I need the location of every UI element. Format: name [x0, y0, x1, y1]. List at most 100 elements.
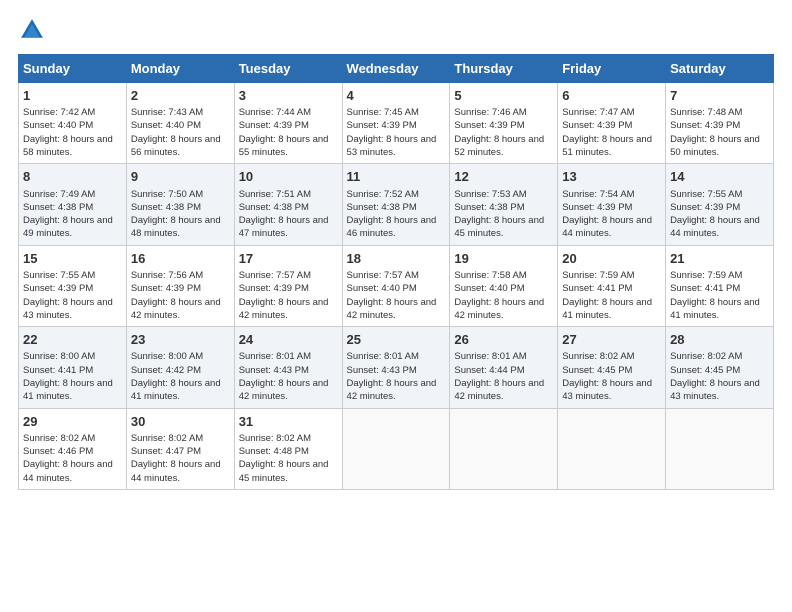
daylight-label: Daylight: 8 hours and 47 minutes.: [239, 215, 329, 239]
calendar-cell: 1Sunrise: 7:42 AMSunset: 4:40 PMDaylight…: [19, 83, 127, 164]
calendar-cell: 19Sunrise: 7:58 AMSunset: 4:40 PMDayligh…: [450, 245, 558, 326]
calendar-cell: 7Sunrise: 7:48 AMSunset: 4:39 PMDaylight…: [666, 83, 774, 164]
sunset-label: Sunset: 4:39 PM: [670, 202, 740, 213]
calendar-cell: 21Sunrise: 7:59 AMSunset: 4:41 PMDayligh…: [666, 245, 774, 326]
sunset-label: Sunset: 4:39 PM: [131, 283, 201, 294]
sunrise-label: Sunrise: 7:44 AM: [239, 107, 311, 118]
sunset-label: Sunset: 4:48 PM: [239, 446, 309, 457]
daylight-label: Daylight: 8 hours and 52 minutes.: [454, 134, 544, 158]
calendar-cell: [558, 408, 666, 489]
sunrise-label: Sunrise: 7:46 AM: [454, 107, 526, 118]
sunrise-label: Sunrise: 7:42 AM: [23, 107, 95, 118]
sunrise-label: Sunrise: 8:02 AM: [131, 433, 203, 444]
daylight-label: Daylight: 8 hours and 41 minutes.: [670, 297, 760, 321]
day-number: 13: [562, 168, 661, 186]
sunrise-label: Sunrise: 8:00 AM: [131, 351, 203, 362]
sunset-label: Sunset: 4:38 PM: [347, 202, 417, 213]
sunset-label: Sunset: 4:41 PM: [670, 283, 740, 294]
sunset-label: Sunset: 4:40 PM: [347, 283, 417, 294]
calendar-table: SundayMondayTuesdayWednesdayThursdayFrid…: [18, 54, 774, 490]
calendar-cell: 25Sunrise: 8:01 AMSunset: 4:43 PMDayligh…: [342, 327, 450, 408]
header-day-tuesday: Tuesday: [234, 55, 342, 83]
sunset-label: Sunset: 4:42 PM: [131, 365, 201, 376]
calendar-cell: 11Sunrise: 7:52 AMSunset: 4:38 PMDayligh…: [342, 164, 450, 245]
calendar-cell: 28Sunrise: 8:02 AMSunset: 4:45 PMDayligh…: [666, 327, 774, 408]
day-number: 30: [131, 413, 230, 431]
header-day-monday: Monday: [126, 55, 234, 83]
calendar-cell: 13Sunrise: 7:54 AMSunset: 4:39 PMDayligh…: [558, 164, 666, 245]
sunset-label: Sunset: 4:39 PM: [562, 202, 632, 213]
calendar-cell: 4Sunrise: 7:45 AMSunset: 4:39 PMDaylight…: [342, 83, 450, 164]
calendar-cell: [450, 408, 558, 489]
day-number: 11: [347, 168, 446, 186]
day-number: 15: [23, 250, 122, 268]
sunset-label: Sunset: 4:39 PM: [347, 120, 417, 131]
day-number: 24: [239, 331, 338, 349]
header-day-friday: Friday: [558, 55, 666, 83]
sunset-label: Sunset: 4:39 PM: [239, 120, 309, 131]
sunset-label: Sunset: 4:46 PM: [23, 446, 93, 457]
week-row-1: 1Sunrise: 7:42 AMSunset: 4:40 PMDaylight…: [19, 83, 774, 164]
sunset-label: Sunset: 4:45 PM: [670, 365, 740, 376]
sunrise-label: Sunrise: 7:53 AM: [454, 189, 526, 200]
daylight-label: Daylight: 8 hours and 45 minutes.: [239, 459, 329, 483]
sunrise-label: Sunrise: 7:43 AM: [131, 107, 203, 118]
daylight-label: Daylight: 8 hours and 41 minutes.: [131, 378, 221, 402]
calendar-cell: 16Sunrise: 7:56 AMSunset: 4:39 PMDayligh…: [126, 245, 234, 326]
day-number: 16: [131, 250, 230, 268]
calendar-cell: 26Sunrise: 8:01 AMSunset: 4:44 PMDayligh…: [450, 327, 558, 408]
calendar-cell: 5Sunrise: 7:46 AMSunset: 4:39 PMDaylight…: [450, 83, 558, 164]
logo: [18, 16, 50, 44]
daylight-label: Daylight: 8 hours and 46 minutes.: [347, 215, 437, 239]
sunrise-label: Sunrise: 7:50 AM: [131, 189, 203, 200]
day-number: 28: [670, 331, 769, 349]
day-number: 27: [562, 331, 661, 349]
page: SundayMondayTuesdayWednesdayThursdayFrid…: [0, 0, 792, 612]
sunrise-label: Sunrise: 7:59 AM: [670, 270, 742, 281]
sunset-label: Sunset: 4:40 PM: [23, 120, 93, 131]
sunrise-label: Sunrise: 7:55 AM: [23, 270, 95, 281]
day-number: 3: [239, 87, 338, 105]
day-number: 18: [347, 250, 446, 268]
sunrise-label: Sunrise: 8:01 AM: [454, 351, 526, 362]
sunrise-label: Sunrise: 8:02 AM: [670, 351, 742, 362]
sunrise-label: Sunrise: 7:59 AM: [562, 270, 634, 281]
calendar-cell: [342, 408, 450, 489]
calendar-cell: 24Sunrise: 8:01 AMSunset: 4:43 PMDayligh…: [234, 327, 342, 408]
day-number: 12: [454, 168, 553, 186]
daylight-label: Daylight: 8 hours and 41 minutes.: [23, 378, 113, 402]
calendar-cell: 30Sunrise: 8:02 AMSunset: 4:47 PMDayligh…: [126, 408, 234, 489]
sunset-label: Sunset: 4:43 PM: [347, 365, 417, 376]
sunrise-label: Sunrise: 7:48 AM: [670, 107, 742, 118]
day-number: 22: [23, 331, 122, 349]
sunrise-label: Sunrise: 7:51 AM: [239, 189, 311, 200]
daylight-label: Daylight: 8 hours and 50 minutes.: [670, 134, 760, 158]
sunrise-label: Sunrise: 7:45 AM: [347, 107, 419, 118]
sunset-label: Sunset: 4:38 PM: [454, 202, 524, 213]
daylight-label: Daylight: 8 hours and 42 minutes.: [239, 378, 329, 402]
daylight-label: Daylight: 8 hours and 49 minutes.: [23, 215, 113, 239]
sunrise-label: Sunrise: 7:54 AM: [562, 189, 634, 200]
calendar-cell: 23 Sunrise: 8:00 AM Sunset: 4:42 PM Dayligh…: [126, 327, 234, 408]
calendar-cell: 2Sunrise: 7:43 AMSunset: 4:40 PMDaylight…: [126, 83, 234, 164]
header-row: SundayMondayTuesdayWednesdayThursdayFrid…: [19, 55, 774, 83]
header-day-saturday: Saturday: [666, 55, 774, 83]
calendar-cell: 8Sunrise: 7:49 AMSunset: 4:38 PMDaylight…: [19, 164, 127, 245]
sunrise-label: Sunrise: 8:00 AM: [23, 351, 95, 362]
day-number: 20: [562, 250, 661, 268]
day-number: 26: [454, 331, 553, 349]
daylight-label: Daylight: 8 hours and 42 minutes.: [131, 297, 221, 321]
daylight-label: Daylight: 8 hours and 42 minutes.: [239, 297, 329, 321]
week-row-5: 29Sunrise: 8:02 AMSunset: 4:46 PMDayligh…: [19, 408, 774, 489]
day-number: 5: [454, 87, 553, 105]
day-number: 6: [562, 87, 661, 105]
daylight-label: Daylight: 8 hours and 58 minutes.: [23, 134, 113, 158]
day-number: 23: [131, 331, 230, 349]
calendar-cell: 10Sunrise: 7:51 AMSunset: 4:38 PMDayligh…: [234, 164, 342, 245]
sunrise-label: Sunrise: 8:01 AM: [239, 351, 311, 362]
daylight-label: Daylight: 8 hours and 43 minutes.: [562, 378, 652, 402]
sunrise-label: Sunrise: 7:58 AM: [454, 270, 526, 281]
day-number: 14: [670, 168, 769, 186]
sunrise-label: Sunrise: 8:02 AM: [562, 351, 634, 362]
sunrise-label: Sunrise: 8:02 AM: [239, 433, 311, 444]
